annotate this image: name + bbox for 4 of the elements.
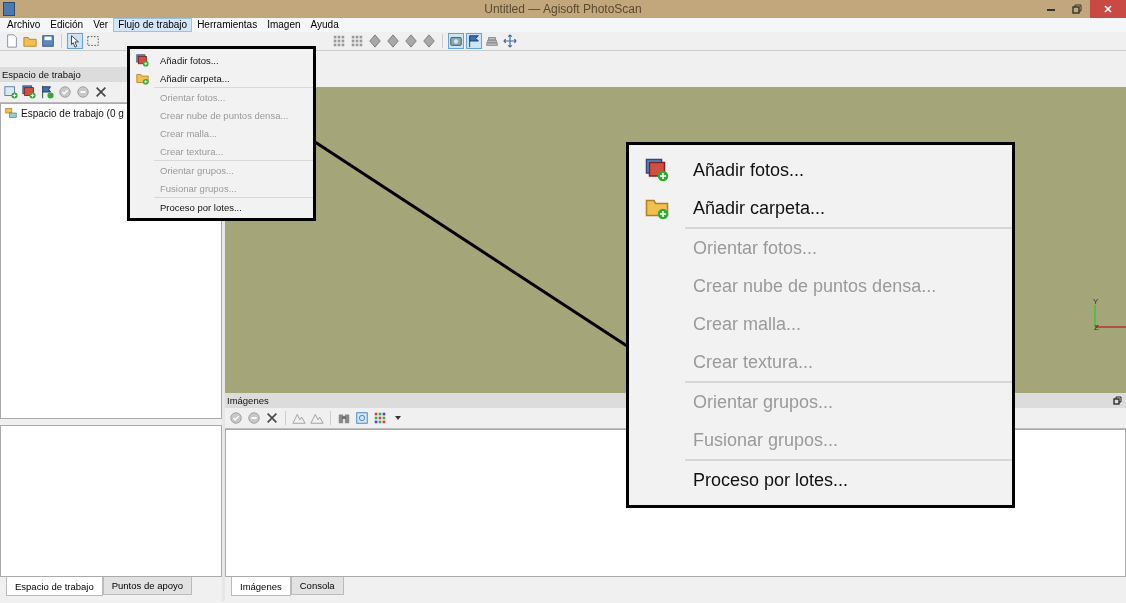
window-title: Untitled — Agisoft PhotoScan (484, 2, 642, 16)
axis-label: Z (1094, 323, 1099, 332)
axis-label: Y (1093, 297, 1099, 306)
panel-title: Imágenes (227, 395, 269, 406)
